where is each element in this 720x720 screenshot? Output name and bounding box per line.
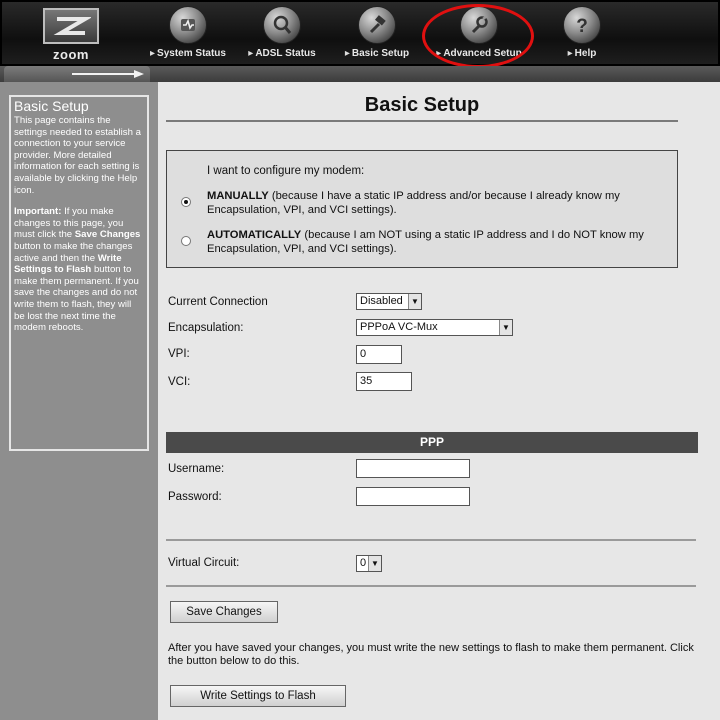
sub-nav-tab [4, 66, 150, 82]
mode-prompt: I want to configure my modem: [207, 165, 365, 177]
chevron-down-icon: ▼ [368, 556, 381, 571]
vpi-input[interactable]: 0 [356, 345, 402, 364]
password-input[interactable] [356, 487, 470, 506]
title-divider [166, 120, 678, 122]
important-label: Important: [14, 206, 62, 218]
nav-label: ADSL Status [232, 48, 332, 59]
encapsulation-label: Encapsulation: [168, 322, 244, 334]
manual-desc: (because I have a static IP address and/… [207, 190, 620, 216]
highlight-circle [422, 4, 534, 68]
logo-text: zoom [53, 47, 89, 62]
virtual-circuit-select[interactable]: 0 ▼ [356, 555, 382, 572]
divider [166, 539, 696, 541]
flash-note: After you have saved your changes, you m… [168, 642, 694, 667]
sidebar-important: Important: If you make changes to this p… [14, 206, 144, 334]
chevron-down-icon: ▼ [408, 294, 421, 309]
page-title: Basic Setup [364, 94, 480, 116]
current-connection-label: Current Connection [168, 296, 268, 308]
current-connection-select[interactable]: Disabled ▼ [356, 293, 422, 310]
nav-adsl-status[interactable]: ADSL Status [232, 6, 332, 64]
sidebar-title: Basic Setup [14, 98, 89, 114]
sidebar: Basic Setup This page contains the setti… [0, 82, 158, 720]
auto-radio[interactable] [181, 236, 191, 246]
current-connection-value: Disabled [360, 295, 403, 307]
zoom-logo-icon [43, 8, 99, 44]
svg-text:?: ? [576, 16, 588, 37]
vpi-label: VPI: [168, 348, 190, 360]
nav-label: System Status [138, 48, 238, 59]
manual-radio[interactable] [181, 197, 191, 207]
nav-label: Help [532, 48, 632, 59]
virtual-circuit-value: 0 [360, 557, 367, 569]
sidebar-intro: This page contains the settings needed t… [14, 115, 141, 196]
save-changes-button[interactable]: Save Changes [170, 601, 278, 623]
nav-label: Basic Setup [327, 48, 427, 59]
manual-label: MANUALLY [207, 190, 269, 202]
nav-help[interactable]: ? Help [532, 6, 632, 64]
nav-basic-setup[interactable]: Basic Setup [327, 6, 427, 64]
auto-label: AUTOMATICALLY [207, 229, 302, 241]
divider [166, 585, 696, 587]
status-icon [169, 6, 207, 44]
arrow-icon [72, 70, 144, 78]
write-settings-to-flash-button[interactable]: Write Settings to Flash [170, 685, 346, 707]
sub-nav-bar [0, 66, 720, 82]
encapsulation-value: PPPoA VC-Mux [360, 321, 438, 333]
nav-system-status[interactable]: System Status [138, 6, 238, 64]
question-icon: ? [563, 6, 601, 44]
vci-input[interactable]: 35 [356, 372, 412, 391]
config-mode-box: I want to configure my modem: MANUALLY (… [166, 150, 678, 268]
manual-option[interactable]: MANUALLY (because I have a static IP add… [181, 189, 661, 217]
hammer-icon [358, 6, 396, 44]
manual-text: MANUALLY (because I have a static IP add… [207, 189, 661, 217]
virtual-circuit-label: Virtual Circuit: [168, 557, 240, 569]
encapsulation-select[interactable]: PPPoA VC-Mux ▼ [356, 319, 513, 336]
password-label: Password: [168, 491, 222, 503]
top-nav-bar: zoom System Status ADSL Status Basic Set… [0, 0, 720, 68]
chevron-down-icon: ▼ [499, 320, 512, 335]
vci-label: VCI: [168, 376, 191, 388]
help-box: Basic Setup This page contains the setti… [9, 95, 149, 451]
auto-option[interactable]: AUTOMATICALLY (because I am NOT using a … [181, 228, 661, 256]
ppp-header: PPP [166, 432, 698, 453]
magnifier-icon [263, 6, 301, 44]
username-input[interactable] [356, 459, 470, 478]
auto-text: AUTOMATICALLY (because I am NOT using a … [207, 228, 661, 256]
main-panel: Basic Setup I want to configure my modem… [158, 82, 720, 720]
zoom-logo[interactable]: zoom [40, 8, 102, 62]
username-label: Username: [168, 463, 225, 475]
save-changes-ref: Save Changes [74, 229, 141, 241]
